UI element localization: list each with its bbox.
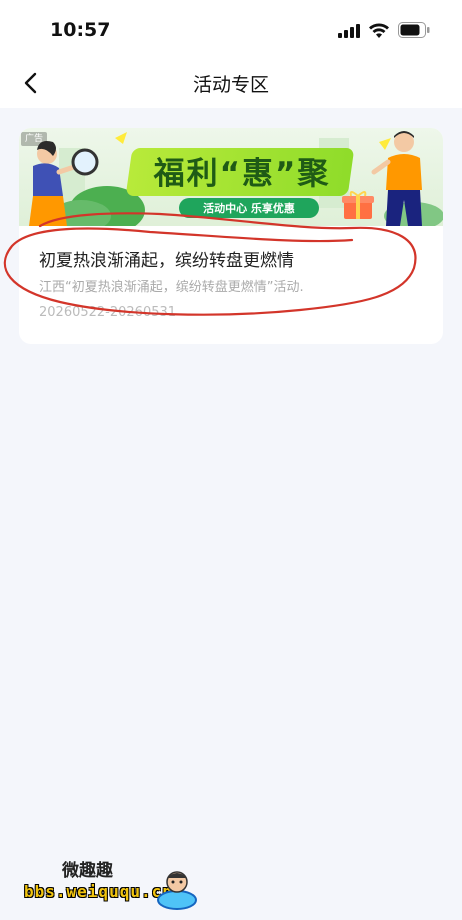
watermark: 微趣趣 bbs.weiququ.cn <box>4 842 208 914</box>
man-illustration <box>371 131 422 226</box>
watermark-title: 微趣趣 <box>62 861 113 881</box>
banner-subtitle: 活动中心 乐享优惠 <box>203 202 295 215</box>
battery-icon <box>398 22 430 38</box>
status-bar: 10:57 <box>0 0 462 58</box>
watermark-url: bbs.weiququ.cn <box>24 882 173 901</box>
signal-icon <box>338 24 360 38</box>
activity-date-range: 20260522-20260531 <box>39 305 177 320</box>
status-time: 10:57 <box>50 19 111 41</box>
activity-title: 初夏热浪渐涌起，缤纷转盘更燃情 <box>39 251 294 271</box>
page-title: 活动专区 <box>192 74 269 96</box>
activity-card[interactable]: 广告 福利“惠”聚 活动中心 乐享优惠 初夏热浪渐涌起，缤纷转盘更燃情 江西“初 <box>19 128 443 344</box>
wifi-icon <box>369 23 389 38</box>
banner-title: 福利“惠”聚 <box>153 156 331 192</box>
woman-illustration <box>29 141 99 226</box>
activity-description: 江西“初夏热浪渐涌起，缤纷转盘更燃情”活动. <box>39 280 304 295</box>
nav-bar: 活动专区 <box>0 58 462 108</box>
activity-banner[interactable]: 广告 福利“惠”聚 活动中心 乐享优惠 <box>19 128 443 226</box>
mascot-icon <box>157 871 197 910</box>
